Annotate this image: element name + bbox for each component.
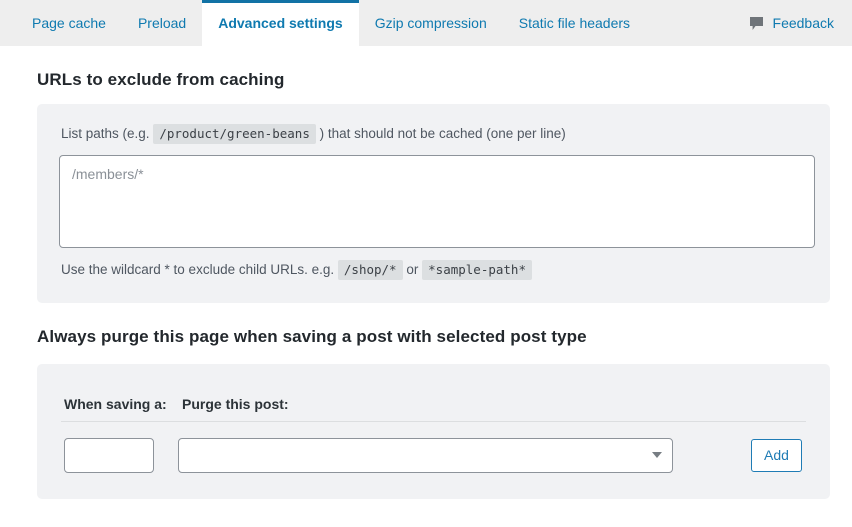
purge-form-header: When saving a: Purge this post: — [59, 396, 808, 421]
tab-static-file-headers[interactable]: Static file headers — [503, 0, 646, 46]
wildcard-footnote-prefix: Use the wildcard * to exclude child URLs… — [61, 262, 335, 278]
when-saving-input[interactable] — [64, 437, 154, 473]
settings-content: URLs to exclude from caching List paths … — [0, 46, 852, 527]
exclude-hint-suffix: ) that should not be cached (one per lin… — [319, 126, 566, 141]
exclude-urls-panel: List paths (e.g. /product/green-beans ) … — [37, 104, 830, 303]
tab-page-cache[interactable]: Page cache — [16, 0, 122, 46]
purge-section-title: Always purge this page when saving a pos… — [37, 326, 587, 346]
tab-advanced-settings[interactable]: Advanced settings — [202, 0, 359, 46]
purge-post-select[interactable] — [178, 437, 673, 473]
purge-form-row: Add — [59, 422, 808, 473]
exclude-hint: List paths (e.g. /product/green-beans ) … — [61, 124, 808, 144]
tab-gzip-compression[interactable]: Gzip compression — [359, 0, 503, 46]
wildcard-footnote: Use the wildcard * to exclude child URLs… — [61, 260, 808, 281]
exclude-section-title: URLs to exclude from caching — [37, 70, 285, 89]
exclude-urls-textarea[interactable] — [59, 155, 815, 249]
purge-post-type-panel: When saving a: Purge this post: Add — [37, 363, 830, 499]
wildcard-example-code-2: *sample-path* — [422, 260, 532, 281]
purge-post-select-wrapper — [178, 437, 673, 473]
feedback-label: Feedback — [772, 15, 834, 31]
wildcard-footnote-between: or — [406, 262, 419, 278]
wildcard-example-code-1: /shop/* — [337, 260, 403, 281]
add-button[interactable]: Add — [751, 438, 802, 472]
when-saving-label: When saving a: — [64, 395, 167, 412]
feedback-link[interactable]: Feedback — [749, 0, 834, 46]
purge-this-post-label: Purge this post: — [182, 395, 289, 412]
exclude-hint-prefix: List paths (e.g. — [61, 126, 150, 141]
example-path-code: /product/green-beans — [153, 124, 316, 144]
tab-bar: Page cache Preload Advanced settings Gzi… — [0, 0, 852, 46]
tab-preload[interactable]: Preload — [122, 0, 202, 46]
comment-bubble-icon — [749, 16, 764, 31]
